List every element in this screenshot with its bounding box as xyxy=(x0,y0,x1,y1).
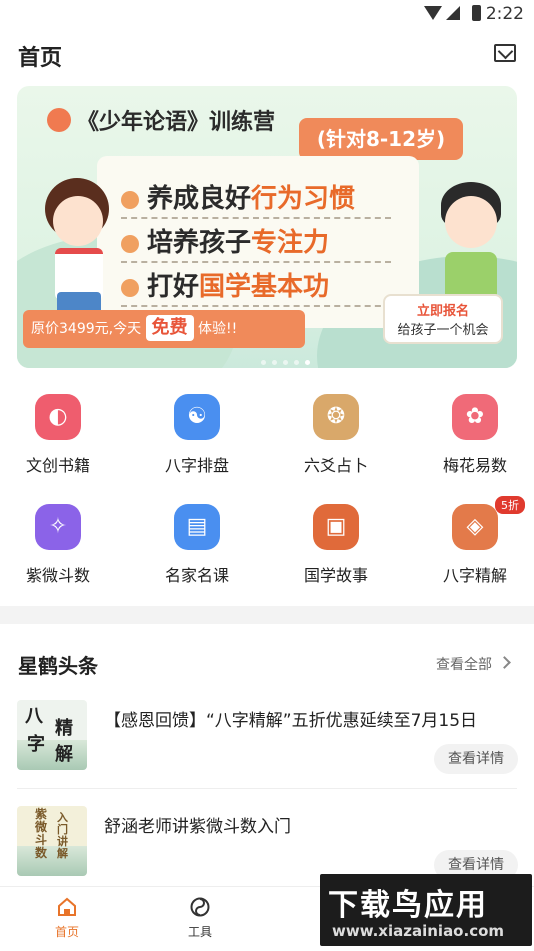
thumb-char: 精 xyxy=(55,718,73,739)
feature-label: 紫微斗数 xyxy=(25,566,90,585)
banner-line-plain: 养成良好 xyxy=(147,184,252,214)
free-label: 免费 xyxy=(145,315,194,341)
carousel-dot[interactable] xyxy=(261,360,266,365)
banner-line-highlight: 专注力 xyxy=(251,228,330,258)
tab-label: 工具 xyxy=(187,925,212,939)
promo-banner[interactable]: 《少年论语》训练营 (针对8-12岁) 养成良好行为习惯 培养孩子专注力 打好国… xyxy=(17,86,517,368)
banner-line-plain: 培养孩子 xyxy=(147,228,252,258)
feature-story-card[interactable]: ▣ 国学故事 xyxy=(276,496,396,596)
bullet-icon xyxy=(121,234,139,253)
wifi-icon xyxy=(424,6,442,20)
book-icon: ▤ xyxy=(174,504,220,550)
see-all-link[interactable]: 查看全部 xyxy=(436,654,492,674)
news-section-title: 星鹤头条 xyxy=(18,654,98,678)
news-thumbnail: 紫微斗数 入门讲解 xyxy=(17,806,87,876)
news-header: 星鹤头条 查看全部 xyxy=(0,636,534,684)
watermark-line1: 下载鸟应用 xyxy=(328,888,488,923)
planet-icon: ◐ xyxy=(35,394,81,440)
feature-book[interactable]: ▤ 名家名课 xyxy=(137,496,257,596)
carousel-dot[interactable] xyxy=(305,360,310,365)
signup-line2: 给孩子一个机会 xyxy=(397,323,489,338)
banner-title: 《少年论语》训练营 xyxy=(77,110,276,135)
bullet-icon xyxy=(121,190,139,209)
tools-icon xyxy=(190,897,210,917)
chevron-right-icon[interactable] xyxy=(498,656,511,669)
yin-yang-icon: ☯ xyxy=(174,394,220,440)
story-card-icon: ▣ xyxy=(313,504,359,550)
signup-button[interactable]: 立即报名 给孩子一个机会 xyxy=(383,294,503,344)
thumb-char: 字 xyxy=(27,734,45,755)
news-thumbnail: 八 精 字 解 xyxy=(17,700,87,770)
feature-label: 六爻占卜 xyxy=(303,456,368,475)
banner-line: 养成良好行为习惯 xyxy=(121,178,391,219)
sun-icon xyxy=(47,108,71,132)
banner-line-plain: 打好 xyxy=(147,272,200,302)
constellation-icon: ✧ xyxy=(35,504,81,550)
carousel-dot[interactable] xyxy=(272,360,277,365)
news-title[interactable]: 【感恩回馈】“八字精解”五折优惠延续至7月15日 xyxy=(104,706,477,731)
view-details-button[interactable]: 查看详情 xyxy=(434,744,518,774)
carousel-dot[interactable] xyxy=(294,360,299,365)
feature-constellation[interactable]: ✧ 紫微斗数 xyxy=(0,496,118,596)
app-header: 首页 xyxy=(0,30,534,78)
thumb-char: 解 xyxy=(55,744,73,765)
price-ribbon: 原价3499元,今天 免费 体验!! xyxy=(23,310,305,348)
feature-label: 八字排盘 xyxy=(164,456,229,475)
tab-tools[interactable]: 工具 xyxy=(165,897,235,940)
thumb-text: 紫微斗数 xyxy=(35,807,48,860)
feature-label: 文创书籍 xyxy=(25,456,90,475)
banner-age-tag: (针对8-12岁) xyxy=(299,118,463,160)
feature-plum-blossom[interactable]: ✿ 梅花易数 xyxy=(415,386,534,486)
carousel-indicator xyxy=(261,350,316,368)
plum-blossom-icon: ✿ xyxy=(452,394,498,440)
price-text: 原价3499元,今天 xyxy=(31,321,142,337)
feature-planet[interactable]: ◐ 文创书籍 xyxy=(0,386,118,486)
mail-icon[interactable] xyxy=(494,44,516,62)
news-item[interactable]: 八 精 字 解 【感恩回馈】“八字精解”五折优惠延续至7月15日 查看详情 xyxy=(0,700,534,800)
battery-icon xyxy=(472,5,481,21)
tab-label: 首页 xyxy=(54,925,79,939)
chart-badge-icon: ◈ xyxy=(452,504,498,550)
thumb-char: 八 xyxy=(25,706,43,727)
status-time: 2:22 xyxy=(485,4,524,24)
feature-grid: ◐ 文创书籍 ☯ 八字排盘 ❂ 六爻占卜 ✿ 梅花易数 ✧ 紫微斗数 ▤ 名家名课 ▣ 国学故事 ◈ 八字精解… xyxy=(0,386,534,596)
thumb-text: 入门讲解 xyxy=(57,811,68,860)
feature-chart-badge[interactable]: ◈ 八字精解 5折 xyxy=(415,496,534,596)
news-title[interactable]: 舒涵老师讲紫微斗数入门 xyxy=(104,812,291,837)
feature-label: 八字精解 xyxy=(442,566,507,585)
tab-home[interactable]: 首页 xyxy=(32,897,102,940)
banner-line: 打好国学基本功 xyxy=(121,266,391,307)
section-divider xyxy=(0,606,534,624)
page-title: 首页 xyxy=(18,46,63,71)
discount-badge: 5折 xyxy=(495,496,525,514)
watermark-line2: www.xiazainiao.com xyxy=(332,922,505,940)
news-separator xyxy=(17,788,517,789)
feature-label: 名家名课 xyxy=(164,566,229,585)
bullet-icon xyxy=(121,278,139,297)
watermark: 下载鸟应用 www.xiazainiao.com xyxy=(320,874,532,946)
home-icon xyxy=(58,897,76,916)
feature-coins[interactable]: ❂ 六爻占卜 xyxy=(276,386,396,486)
banner-line-highlight: 行为习惯 xyxy=(251,184,356,214)
banner-line-highlight: 国学基本功 xyxy=(199,272,330,302)
signup-line1: 立即报名 xyxy=(416,304,469,319)
status-bar: 2:22 xyxy=(0,0,534,28)
carousel-dot[interactable] xyxy=(283,360,288,365)
feature-yin-yang[interactable]: ☯ 八字排盘 xyxy=(137,386,257,486)
feature-label: 梅花易数 xyxy=(442,456,507,475)
banner-line: 培养孩子专注力 xyxy=(121,222,391,263)
signal-icon xyxy=(446,6,460,20)
feature-label: 国学故事 xyxy=(303,566,368,585)
trial-text: 体验!! xyxy=(198,321,238,337)
coins-icon: ❂ xyxy=(313,394,359,440)
